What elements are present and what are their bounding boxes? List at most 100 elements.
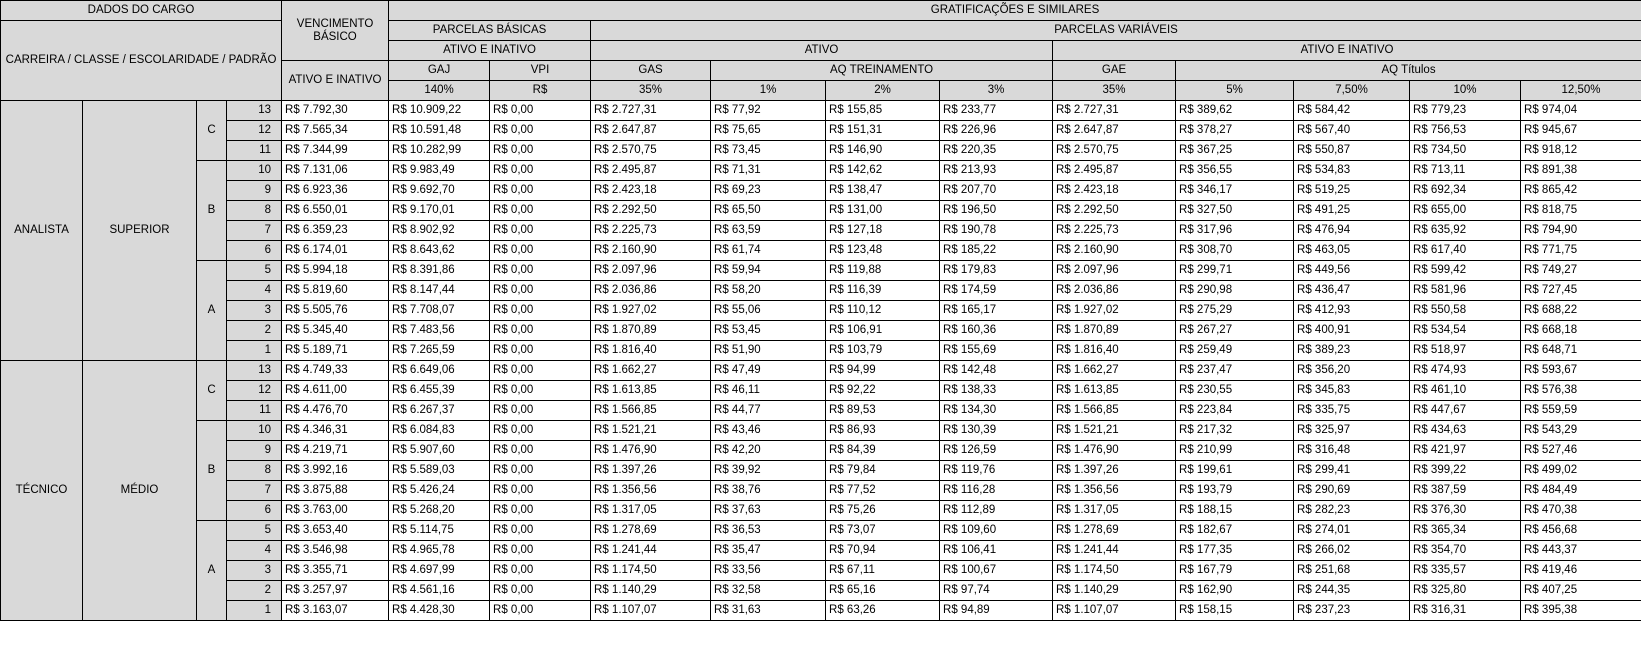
header-pct-aqtit-2: 7,50% — [1293, 80, 1411, 101]
value-gaj-cell: R$ 9.692,70 — [388, 180, 491, 201]
value-aqt-1-cell: R$ 73,45 — [710, 140, 827, 161]
padrao-cell: 11 — [225, 400, 283, 421]
value-aqtit-3-cell: R$ 325,80 — [1409, 580, 1522, 601]
value-gaj-cell: R$ 10.909,22 — [388, 100, 491, 121]
value-aqt-2-cell: R$ 67,11 — [825, 560, 941, 581]
value-aqtit-3-cell: R$ 581,96 — [1409, 280, 1522, 301]
value-gas-cell: R$ 1.662,27 — [590, 360, 712, 381]
value-aqtit-4-cell: R$ 527,46 — [1520, 440, 1641, 461]
value-aqt-2-cell: R$ 75,26 — [825, 500, 941, 521]
value-vb-cell: R$ 3.355,71 — [281, 560, 390, 581]
value-aqt-1-cell: R$ 46,11 — [710, 380, 827, 401]
padrao-cell: 11 — [225, 140, 283, 161]
value-aqtit-1-cell: R$ 199,61 — [1175, 460, 1295, 481]
value-aqt-1-cell: R$ 69,23 — [710, 180, 827, 201]
value-vb-cell: R$ 6.174,01 — [281, 240, 390, 261]
value-aqtit-2-cell: R$ 251,68 — [1293, 560, 1411, 581]
value-gas-cell: R$ 2.160,90 — [590, 240, 712, 261]
value-aqtit-3-cell: R$ 434,63 — [1409, 420, 1522, 441]
value-aqt-3-cell: R$ 190,78 — [939, 220, 1054, 241]
table-row: 2 R$ 3.257,97 R$ 4.561,16 R$ 0,00 R$ 1.140,2… — [1, 580, 1641, 601]
value-aqt-3-cell: R$ 138,33 — [939, 380, 1054, 401]
value-aqt-1-cell: R$ 39,92 — [710, 460, 827, 481]
value-gae-cell: R$ 1.397,26 — [1052, 460, 1177, 481]
value-aqtit-1-cell: R$ 177,35 — [1175, 540, 1295, 561]
value-aqtit-3-cell: R$ 335,57 — [1409, 560, 1522, 581]
value-aqtit-4-cell: R$ 771,75 — [1520, 240, 1641, 261]
value-aqtit-4-cell: R$ 499,02 — [1520, 460, 1641, 481]
cargo-cell: ANALISTA — [0, 100, 83, 361]
value-aqtit-4-cell: R$ 543,29 — [1520, 420, 1641, 441]
header-pct-gaj: 140% — [388, 80, 491, 101]
value-aqtit-4-cell: R$ 945,67 — [1520, 120, 1641, 141]
value-aqt-3-cell: R$ 174,59 — [939, 280, 1054, 301]
value-aqtit-1-cell: R$ 299,71 — [1175, 260, 1295, 281]
value-aqtit-2-cell: R$ 584,42 — [1293, 100, 1411, 121]
value-aqt-2-cell: R$ 89,53 — [825, 400, 941, 421]
value-aqt-1-cell: R$ 44,77 — [710, 400, 827, 421]
value-aqt-2-cell: R$ 123,48 — [825, 240, 941, 261]
salary-table: DADOS DO CARGO VENCIMENTO BÁSICO GRATIFI… — [0, 0, 1641, 621]
value-vpi-cell: R$ 0,00 — [489, 420, 592, 441]
value-vb-cell: R$ 4.346,31 — [281, 420, 390, 441]
value-aqtit-2-cell: R$ 412,93 — [1293, 300, 1411, 321]
value-aqt-1-cell: R$ 32,58 — [710, 580, 827, 601]
value-aqt-2-cell: R$ 131,00 — [825, 200, 941, 221]
value-aqtit-1-cell: R$ 210,99 — [1175, 440, 1295, 461]
value-gae-cell: R$ 1.662,27 — [1052, 360, 1177, 381]
value-aqt-1-cell: R$ 51,90 — [710, 340, 827, 361]
value-aqt-3-cell: R$ 119,76 — [939, 460, 1054, 481]
value-aqtit-1-cell: R$ 162,90 — [1175, 580, 1295, 601]
table-row: A 5 R$ 3.653,40 R$ 5.114,75 R$ 0,00 R$ 1.278,… — [1, 520, 1641, 621]
value-aqt-1-cell: R$ 38,76 — [710, 480, 827, 501]
value-aqt-1-cell: R$ 42,20 — [710, 440, 827, 461]
value-aqtit-2-cell: R$ 335,75 — [1293, 400, 1411, 421]
value-vb-cell: R$ 3.546,98 — [281, 540, 390, 561]
table-row: B 10 R$ 4.346,31 R$ 6.084,83 R$ 0,00 R$ 1.521… — [1, 420, 1641, 521]
value-aqtit-1-cell: R$ 346,17 — [1175, 180, 1295, 201]
value-aqtit-1-cell: R$ 259,49 — [1175, 340, 1295, 361]
value-gaj-cell: R$ 6.267,37 — [388, 400, 491, 421]
value-aqtit-3-cell: R$ 387,59 — [1409, 480, 1522, 501]
value-gas-cell: R$ 2.423,18 — [590, 180, 712, 201]
value-gae-cell: R$ 1.476,90 — [1052, 440, 1177, 461]
padrao-cell: 12 — [225, 380, 283, 401]
value-gas-cell: R$ 1.278,69 — [590, 520, 712, 541]
value-aqt-3-cell: R$ 94,89 — [939, 600, 1054, 621]
value-aqtit-4-cell: R$ 668,18 — [1520, 320, 1641, 341]
value-vpi-cell: R$ 0,00 — [489, 220, 592, 241]
padrao-cell: 10 — [225, 420, 283, 441]
classe-cell: A — [196, 520, 227, 621]
value-gae-cell: R$ 2.570,75 — [1052, 140, 1177, 161]
value-vb-cell: R$ 6.359,23 — [281, 220, 390, 241]
value-gas-cell: R$ 2.097,96 — [590, 260, 712, 281]
value-vb-cell: R$ 3.875,88 — [281, 480, 390, 501]
value-gas-cell: R$ 1.356,56 — [590, 480, 712, 501]
value-aqtit-3-cell: R$ 692,34 — [1409, 180, 1522, 201]
value-gaj-cell: R$ 5.426,24 — [388, 480, 491, 501]
value-aqt-2-cell: R$ 119,88 — [825, 260, 941, 281]
value-vpi-cell: R$ 0,00 — [489, 140, 592, 161]
value-gas-cell: R$ 1.927,02 — [590, 300, 712, 321]
value-vpi-cell: R$ 0,00 — [489, 280, 592, 301]
value-aqtit-4-cell: R$ 818,75 — [1520, 200, 1641, 221]
value-gae-cell: R$ 2.225,73 — [1052, 220, 1177, 241]
padrao-cell: 13 — [225, 360, 283, 381]
header-pct-aqtit-4: 12,50% — [1520, 80, 1641, 101]
value-aqt-3-cell: R$ 106,41 — [939, 540, 1054, 561]
table-row: 8 R$ 6.550,01 R$ 9.170,01 R$ 0,00 R$ 2.292,5… — [1, 200, 1641, 221]
value-aqt-3-cell: R$ 142,48 — [939, 360, 1054, 381]
value-vpi-cell: R$ 0,00 — [489, 480, 592, 501]
value-aqtit-2-cell: R$ 436,47 — [1293, 280, 1411, 301]
value-aqt-3-cell: R$ 220,35 — [939, 140, 1054, 161]
header-ativo-e-inativo-vb: ATIVO E INATIVO — [281, 60, 390, 101]
value-aqtit-3-cell: R$ 734,50 — [1409, 140, 1522, 161]
value-gas-cell: R$ 2.727,31 — [590, 100, 712, 121]
value-gas-cell: R$ 2.647,87 — [590, 120, 712, 141]
value-vb-cell: R$ 5.505,76 — [281, 300, 390, 321]
value-aqt-2-cell: R$ 142,62 — [825, 160, 941, 181]
value-aqtit-3-cell: R$ 550,58 — [1409, 300, 1522, 321]
padrao-cell: 13 — [225, 100, 283, 121]
table-row: 8 R$ 3.992,16 R$ 5.589,03 R$ 0,00 R$ 1.397,2… — [1, 460, 1641, 481]
value-aqtit-2-cell: R$ 299,41 — [1293, 460, 1411, 481]
